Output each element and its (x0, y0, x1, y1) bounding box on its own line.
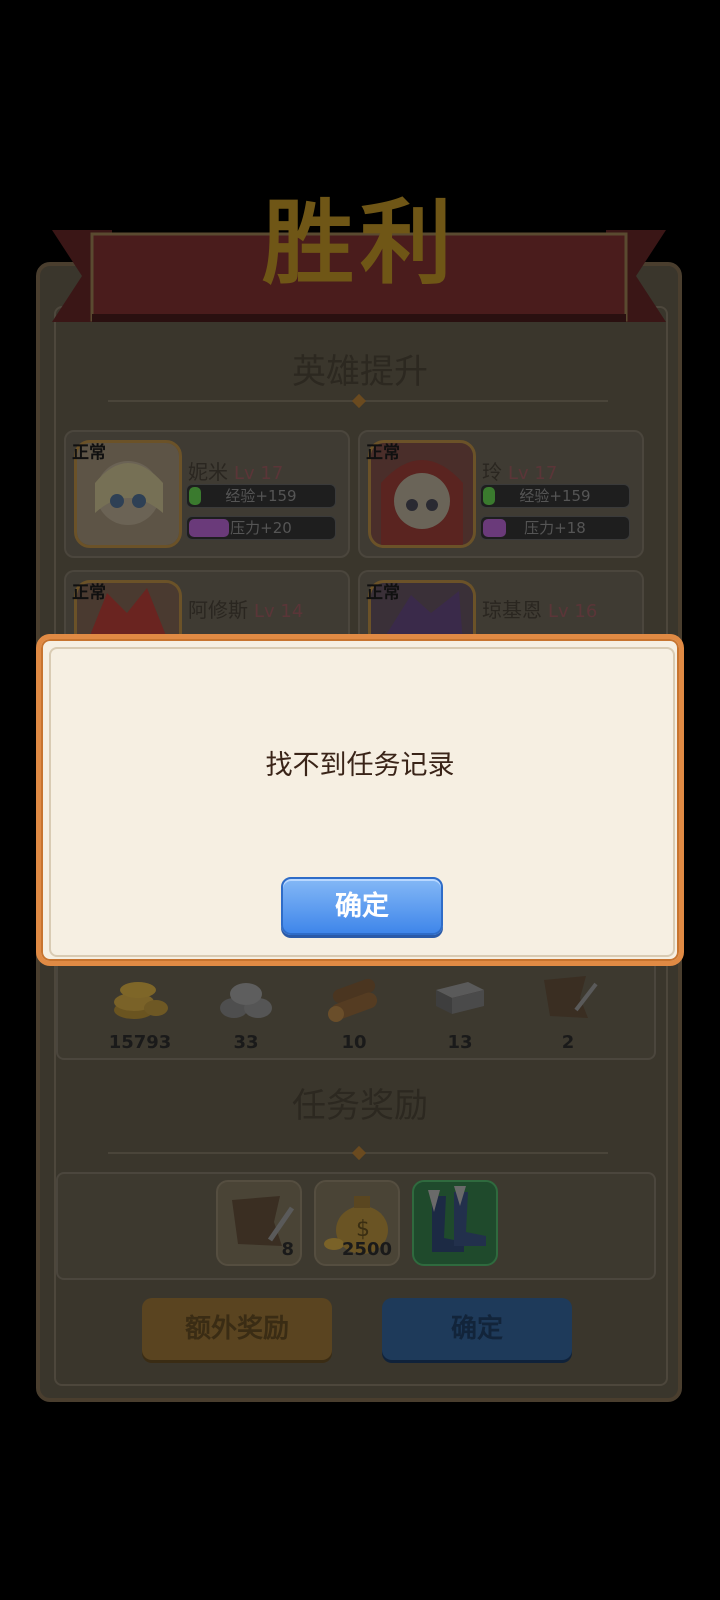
alert-ok-button[interactable]: 确定 (281, 877, 443, 935)
alert-dialog: 找不到任务记录 确定 (36, 634, 684, 966)
alert-message: 找不到任务记录 (265, 750, 455, 781)
